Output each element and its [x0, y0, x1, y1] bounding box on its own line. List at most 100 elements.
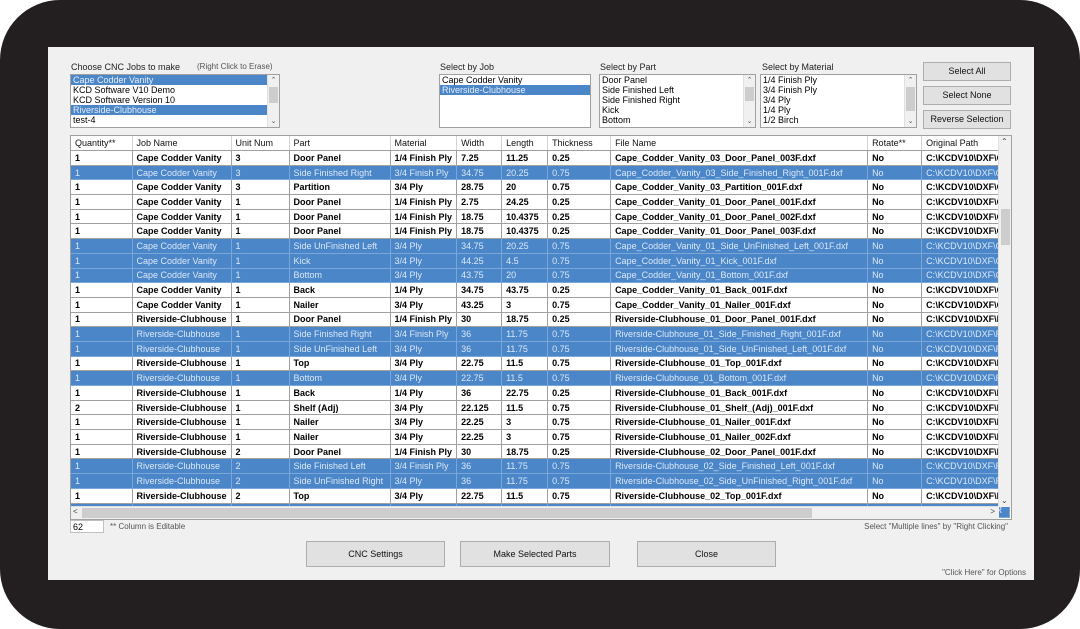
table-row[interactable]: 1 Cape Codder Vanity 1 Nailer 3/4 Ply 43.25 3 0… — [71, 297, 1011, 313]
column-header[interactable]: Thickness — [547, 136, 612, 151]
scroll-down-icon[interactable]: ⌄ — [268, 116, 279, 127]
part-filter-item[interactable]: Bottom — [600, 115, 743, 125]
table-cell[interactable]: 1 — [71, 179, 133, 196]
part-filter-item[interactable]: Kick — [600, 105, 743, 115]
column-header[interactable]: File Name — [610, 136, 869, 151]
job-list-item[interactable]: Riverside-Clubhouse — [71, 105, 267, 115]
table-row[interactable]: 1 Cape Codder Vanity 3 Door Panel 1/4 Finish… — [71, 150, 1011, 166]
table-row[interactable]: 1 Cape Codder Vanity 1 Door Panel 1/4 Finish… — [71, 223, 1011, 240]
table-cell[interactable]: No — [867, 194, 923, 210]
table-cell[interactable]: No — [867, 312, 923, 328]
table-cell[interactable]: No — [867, 488, 923, 504]
table-cell[interactable]: 1 — [71, 165, 133, 181]
table-row[interactable]: 1 Riverside-Clubhouse 2 Side Finished Left 3… — [71, 458, 1011, 475]
jobs-scrollbar[interactable]: ⌃ ⌄ — [267, 75, 279, 127]
job-list-item[interactable]: Cape Codder Vanity — [71, 75, 267, 85]
table-cell[interactable]: 1 — [71, 458, 133, 475]
column-header[interactable]: Rotate** — [867, 136, 923, 151]
make-selected-parts-button[interactable]: Make Selected Parts — [460, 541, 610, 567]
table-cell[interactable]: No — [867, 179, 923, 196]
table-row[interactable]: 1 Riverside-Clubhouse 1 Side UnFinished Lef… — [71, 341, 1011, 357]
table-cell[interactable]: No — [867, 223, 923, 240]
row-count-field[interactable]: 62 — [70, 520, 104, 533]
table-cell[interactable]: No — [867, 400, 923, 416]
table-cell[interactable]: 1 — [71, 385, 133, 401]
table-row[interactable]: 1 Cape Codder Vanity 1 Kick 3/4 Ply 44.25 4.5 0… — [71, 253, 1011, 269]
material-filter-item[interactable]: 1/2 Birch — [761, 115, 904, 125]
table-cell[interactable]: 1 — [71, 356, 133, 372]
column-header[interactable]: Width — [456, 136, 503, 151]
select-by-material-listbox[interactable]: 1/4 Finish Ply 3/4 Finish Ply 3/4 Ply 1/4 P… — [760, 74, 917, 128]
table-row[interactable]: 2 Riverside-Clubhouse 1 Shelf (Adj) 3/4 Ply 2… — [71, 400, 1011, 416]
select-none-button[interactable]: Select None — [923, 86, 1011, 105]
table-row[interactable]: 1 Cape Codder Vanity 1 Bottom 3/4 Ply 43.75 20… — [71, 268, 1011, 284]
select-by-job-listbox[interactable]: Cape Codder Vanity Riverside-Clubhouse — [439, 74, 591, 128]
part-filter-item[interactable]: Side Finished Right — [600, 95, 743, 105]
table-cell[interactable]: No — [867, 414, 923, 431]
table-row[interactable]: 1 Riverside-Clubhouse 1 Nailer 3/4 Ply 22.25 3… — [71, 429, 1011, 445]
cnc-settings-button[interactable]: CNC Settings — [306, 541, 445, 567]
scroll-left-icon[interactable]: < — [73, 507, 78, 516]
reverse-selection-button[interactable]: Reverse Selection — [923, 110, 1011, 129]
options-link[interactable]: "Click Here" for Options — [942, 568, 1026, 577]
table-cell[interactable]: 1 — [71, 150, 133, 166]
table-row[interactable]: 1 Riverside-Clubhouse 2 Top 3/4 Ply 22.75 11.5… — [71, 488, 1011, 504]
scroll-up-icon[interactable]: ⌃ — [1001, 137, 1008, 146]
table-cell[interactable]: No — [867, 429, 923, 445]
table-cell[interactable]: 1 — [71, 370, 133, 386]
job-list-item[interactable]: KCD Software Version 10 — [71, 95, 267, 105]
scroll-up-icon[interactable]: ⌃ — [744, 75, 755, 86]
column-header[interactable]: Length — [501, 136, 549, 151]
material-filter-item[interactable]: 1/4 Ply — [761, 105, 904, 115]
table-cell[interactable]: 1 — [71, 312, 133, 328]
scroll-thumb[interactable] — [82, 508, 812, 518]
table-cell[interactable]: No — [867, 370, 923, 386]
scroll-right-icon[interactable]: > — [990, 507, 995, 516]
table-row[interactable]: 1 Cape Codder Vanity 3 Partition 3/4 Ply 28.7… — [71, 179, 1011, 196]
table-cell[interactable]: No — [867, 297, 923, 313]
table-cell[interactable]: 1 — [71, 429, 133, 445]
table-cell[interactable]: No — [867, 341, 923, 357]
table-cell[interactable]: 1 — [71, 444, 133, 460]
table-row[interactable]: 1 Riverside-Clubhouse 1 Side Finished Right… — [71, 326, 1011, 342]
table-cell[interactable]: 1 — [71, 209, 133, 225]
material-filter-item[interactable]: 3/4 Finish Ply — [761, 85, 904, 95]
close-button[interactable]: Close — [637, 541, 776, 567]
table-cell[interactable]: 1 — [71, 238, 133, 254]
job-filter-item[interactable]: Riverside-Clubhouse — [440, 85, 590, 95]
table-cell[interactable]: No — [867, 444, 923, 460]
table-cell[interactable]: No — [867, 385, 923, 401]
table-row[interactable]: 1 Cape Codder Vanity 1 Back 1/4 Ply 34.75 43.7… — [71, 282, 1011, 298]
scroll-up-icon[interactable]: ⌃ — [905, 75, 916, 86]
table-cell[interactable]: No — [867, 458, 923, 475]
table-row[interactable]: 1 Riverside-Clubhouse 1 Top 3/4 Ply 22.75 11.5… — [71, 356, 1011, 372]
table-row[interactable]: 1 Cape Codder Vanity 3 Side Finished Right 3… — [71, 165, 1011, 181]
grid-vertical-scrollbar[interactable]: ⌃ ⌄ — [998, 136, 1011, 507]
table-cell[interactable]: No — [867, 268, 923, 284]
grid-horizontal-scrollbar[interactable]: < > — [71, 506, 999, 519]
table-cell[interactable]: No — [867, 238, 923, 254]
material-filter-item[interactable]: 3/4 Ply — [761, 95, 904, 105]
column-header[interactable]: Job Name — [132, 136, 232, 151]
scroll-down-icon[interactable]: ⌄ — [905, 116, 916, 127]
table-cell[interactable]: 1 — [71, 297, 133, 313]
table-cell[interactable]: 2 — [71, 400, 133, 416]
table-cell[interactable]: 1 — [71, 268, 133, 284]
scroll-thumb[interactable] — [1001, 209, 1010, 245]
parts-grid[interactable]: Quantity** Job Name Unit Num Part Material Wi… — [70, 135, 1012, 520]
job-list-item[interactable]: KCD Software V10 Demo — [71, 85, 267, 95]
scroll-thumb[interactable] — [745, 87, 754, 101]
jobs-listbox[interactable]: Cape Codder Vanity KCD Software V10 Demo K… — [70, 74, 280, 128]
part-filter-item[interactable]: Door Panel — [600, 75, 743, 85]
table-row[interactable]: 1 Riverside-Clubhouse 2 Side UnFinished Rig… — [71, 473, 1011, 489]
table-cell[interactable]: 1 — [71, 282, 133, 298]
table-cell[interactable]: No — [867, 326, 923, 342]
job-list-item[interactable]: test-4 — [71, 115, 267, 125]
material-scrollbar[interactable]: ⌃ ⌄ — [904, 75, 916, 127]
table-row[interactable]: 1 Cape Codder Vanity 1 Side UnFinished Left… — [71, 238, 1011, 254]
table-row[interactable]: 1 Riverside-Clubhouse 1 Back 1/4 Ply 36 22.75 0… — [71, 385, 1011, 401]
scroll-down-icon[interactable]: ⌄ — [744, 116, 755, 127]
scroll-down-icon[interactable]: ⌄ — [1001, 496, 1008, 505]
part-filter-item[interactable]: Side Finished Left — [600, 85, 743, 95]
table-cell[interactable]: 1 — [71, 488, 133, 504]
